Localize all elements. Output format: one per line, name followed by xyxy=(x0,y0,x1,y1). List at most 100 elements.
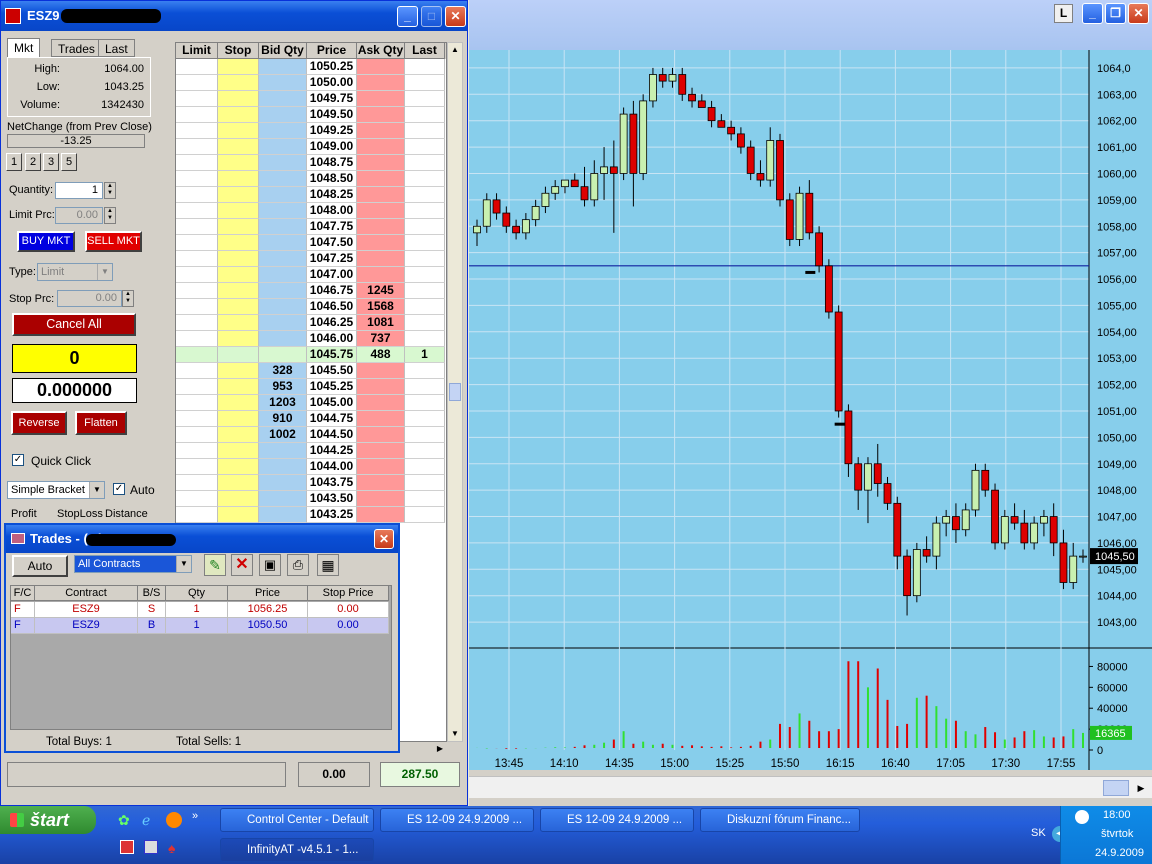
reverse-button[interactable]: Reverse xyxy=(11,411,67,435)
browser-icon[interactable]: ℯ xyxy=(142,812,158,828)
ladder-row[interactable]: 1049.75 xyxy=(176,91,446,107)
ladder-ask-cell[interactable] xyxy=(357,75,405,91)
ladder-limit-cell[interactable] xyxy=(176,363,218,379)
l-button[interactable]: L xyxy=(1054,4,1073,23)
ladder-ask-cell[interactable] xyxy=(357,475,405,491)
ladder-price-cell[interactable]: 1045.25 xyxy=(307,379,357,395)
ladder-price-cell[interactable]: 1043.50 xyxy=(307,491,357,507)
ladder-row[interactable]: 1048.00 xyxy=(176,203,446,219)
ladder-last-cell[interactable] xyxy=(405,299,445,315)
ladder-price-cell[interactable]: 1045.00 xyxy=(307,395,357,411)
task-forum[interactable]: Diskuzní fórum Financ... xyxy=(700,808,860,832)
cancel-all-button[interactable]: Cancel All xyxy=(12,313,136,336)
ladder-bid-cell[interactable] xyxy=(259,91,307,107)
auto-checkbox[interactable]: ✓ xyxy=(113,483,125,495)
ladder-stop-cell[interactable] xyxy=(218,187,259,203)
ladder-bid-cell[interactable] xyxy=(259,331,307,347)
ladder-limit-cell[interactable] xyxy=(176,347,218,363)
ladder-limit-cell[interactable] xyxy=(176,171,218,187)
ladder-row[interactable]: 1047.00 xyxy=(176,267,446,283)
quicklaunch-icon[interactable]: ✿ xyxy=(118,812,134,828)
ladder-limit-cell[interactable] xyxy=(176,427,218,443)
ladder-stop-cell[interactable] xyxy=(218,123,259,139)
bracket-select[interactable]: Simple Bracket ▼ xyxy=(7,481,105,499)
ladder-stop-cell[interactable] xyxy=(218,427,259,443)
auto-button[interactable]: Auto xyxy=(12,555,68,577)
ladder-price-cell[interactable]: 1050.25 xyxy=(307,59,357,75)
ladder-row[interactable]: 1046.50 1568 xyxy=(176,299,446,315)
order-type-select[interactable]: Limit ▼ xyxy=(37,263,113,281)
scroll-thumb[interactable] xyxy=(449,383,461,401)
tab-last[interactable]: Last xyxy=(98,39,135,57)
ladder-price-cell[interactable]: 1048.50 xyxy=(307,171,357,187)
ladder-limit-cell[interactable] xyxy=(176,75,218,91)
ladder-row[interactable]: 1050.25 xyxy=(176,59,446,75)
ladder-price-cell[interactable]: 1044.75 xyxy=(307,411,357,427)
ladder-limit-cell[interactable] xyxy=(176,395,218,411)
ladder-ask-cell[interactable] xyxy=(357,443,405,459)
ladder-bid-cell[interactable]: 910 xyxy=(259,411,307,427)
price-chart[interactable]: 1064,0 1063,00 1062,00 1061,00 1060,00 1059,0… xyxy=(469,50,1152,770)
ladder-price-cell[interactable]: 1049.25 xyxy=(307,123,357,139)
ladder-stop-cell[interactable] xyxy=(218,347,259,363)
ladder-row[interactable]: 1049.00 xyxy=(176,139,446,155)
task-es-chart-2[interactable]: ES 12-09 24.9.2009 ... xyxy=(540,808,694,832)
ladder-limit-cell[interactable] xyxy=(176,107,218,123)
ladder-row[interactable]: 1045.75 488 1 xyxy=(176,347,446,363)
ladder-limit-cell[interactable] xyxy=(176,187,218,203)
ladder-price-cell[interactable]: 1048.75 xyxy=(307,155,357,171)
ladder-last-cell[interactable] xyxy=(405,155,445,171)
app-icon[interactable] xyxy=(144,840,158,854)
ladder-last-cell[interactable] xyxy=(405,91,445,107)
expand-icon[interactable]: » xyxy=(192,810,198,822)
ladder-price-cell[interactable]: 1045.50 xyxy=(307,363,357,379)
start-button[interactable]: štart xyxy=(0,806,96,834)
ladder-last-cell[interactable] xyxy=(405,123,445,139)
ladder-limit-cell[interactable] xyxy=(176,459,218,475)
ladder-bid-cell[interactable] xyxy=(259,75,307,91)
ladder-limit-cell[interactable] xyxy=(176,219,218,235)
task-infinityat[interactable]: InfinityAT -v4.5.1 - 1... xyxy=(220,838,374,862)
ladder-ask-cell[interactable] xyxy=(357,395,405,411)
ladder-bid-cell[interactable] xyxy=(259,59,307,75)
ladder-bid-cell[interactable] xyxy=(259,187,307,203)
maximize-button[interactable]: □ xyxy=(421,6,442,27)
ladder-price-cell[interactable]: 1050.00 xyxy=(307,75,357,91)
stop-price-field[interactable]: 0.00 xyxy=(57,290,122,307)
ladder-stop-cell[interactable] xyxy=(218,267,259,283)
ladder-last-cell[interactable] xyxy=(405,411,445,427)
clock-time[interactable]: 18:00 xyxy=(1103,809,1131,821)
trade-row[interactable]: F ESZ9 S 1 1056.25 0.00 xyxy=(11,602,389,618)
ladder-bid-cell[interactable] xyxy=(259,315,307,331)
ladder-stop-cell[interactable] xyxy=(218,315,259,331)
ladder-row[interactable]: 328 1045.50 xyxy=(176,363,446,379)
ladder-ask-cell[interactable] xyxy=(357,187,405,203)
ladder-bid-cell[interactable] xyxy=(259,251,307,267)
ladder-stop-cell[interactable] xyxy=(218,139,259,155)
ladder-stop-cell[interactable] xyxy=(218,91,259,107)
hscroll-thumb[interactable] xyxy=(1103,780,1129,796)
ladder-limit-cell[interactable] xyxy=(176,267,218,283)
ladder-last-cell[interactable] xyxy=(405,491,445,507)
ladder-row[interactable]: 1043.75 xyxy=(176,475,446,491)
ladder-stop-cell[interactable] xyxy=(218,235,259,251)
ladder-ask-cell[interactable] xyxy=(357,459,405,475)
ladder-bid-cell[interactable] xyxy=(259,475,307,491)
ladder-stop-cell[interactable] xyxy=(218,299,259,315)
ladder-row[interactable]: 1203 1045.00 xyxy=(176,395,446,411)
ladder-row[interactable]: 1002 1044.50 xyxy=(176,427,446,443)
ladder-last-cell[interactable] xyxy=(405,59,445,75)
ladder-ask-cell[interactable] xyxy=(357,411,405,427)
ladder-stop-cell[interactable] xyxy=(218,203,259,219)
ladder-row[interactable]: 1043.50 xyxy=(176,491,446,507)
ladder-last-cell[interactable] xyxy=(405,363,445,379)
ladder-limit-cell[interactable] xyxy=(176,283,218,299)
ladder-ask-cell[interactable] xyxy=(357,107,405,123)
ladder-ask-cell[interactable] xyxy=(357,91,405,107)
ladder-price-cell[interactable]: 1043.75 xyxy=(307,475,357,491)
qty-preset-2[interactable]: 2 xyxy=(25,153,41,171)
ladder-price-cell[interactable]: 1046.00 xyxy=(307,331,357,347)
ladder-ask-cell[interactable] xyxy=(357,427,405,443)
chart-restore-button[interactable]: ❐ xyxy=(1105,3,1126,24)
ladder-ask-cell[interactable]: 1081 xyxy=(357,315,405,331)
